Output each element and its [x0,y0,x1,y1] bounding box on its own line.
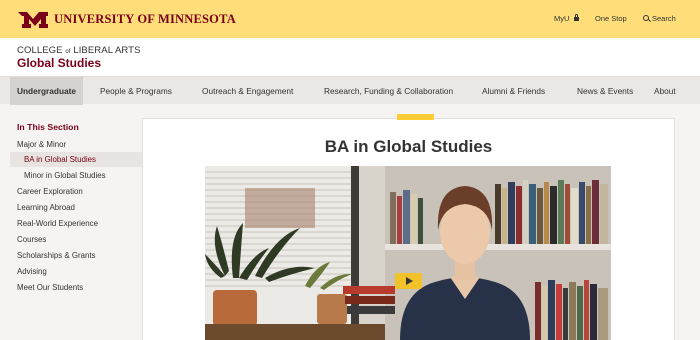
sidebar-item-real-world-experience[interactable]: Real-World Experience [17,219,98,228]
accent-tab [397,114,434,120]
sidebar-item-meet-our-students[interactable]: Meet Our Students [17,283,83,292]
college-name-of: of [65,49,71,55]
sidebar-item-major-minor[interactable]: Major & Minor [17,140,66,149]
sidebar-title: In This Section [17,122,79,132]
myu-label: MyU [554,14,570,23]
college-name-part: COLLEGE [17,45,63,56]
nav-item-alumni-friends[interactable]: Alumni & Friends [482,77,545,105]
nav-item-undergraduate[interactable]: Undergraduate [10,77,84,105]
sidebar-item-advising[interactable]: Advising [17,267,47,276]
nav-item-about[interactable]: About [654,77,676,105]
sidebar-item-career-exploration[interactable]: Career Exploration [17,187,83,196]
nav-item-people-programs[interactable]: People & Programs [100,77,172,105]
play-icon[interactable] [395,273,422,289]
unit-name[interactable]: Global Studies [17,56,101,70]
university-header-bar: University of Minnesota MyU One Stop Sea… [0,0,700,38]
sidebar-item-courses[interactable]: Courses [17,235,46,244]
university-name[interactable]: University of Minnesota [54,12,236,27]
college-name[interactable]: COLLEGE of LIBERAL ARTS [17,45,141,56]
college-header: COLLEGE of LIBERAL ARTS Global Studies [0,38,700,76]
sidebar-item-minor-global-studies[interactable]: Minor in Global Studies [24,171,106,180]
search-label: Search [652,14,676,23]
sidebar-item-scholarships-grants[interactable]: Scholarships & Grants [17,251,96,260]
nav-item-outreach-engagement[interactable]: Outreach & Engagement [202,77,293,105]
search-link[interactable]: Search [643,14,676,23]
video-thumbnail [205,166,611,340]
nav-item-research-funding[interactable]: Research, Funding & Collaboration [324,77,453,105]
lock-icon [573,14,579,21]
video-player[interactable] [205,166,611,340]
university-logo-icon[interactable] [18,10,48,28]
main-navigation: Undergraduate People & Programs Outreach… [0,76,700,105]
search-icon [643,15,649,21]
sidebar-item-learning-abroad[interactable]: Learning Abroad [17,203,75,212]
sidebar-item-ba-global-studies[interactable]: BA in Global Studies [10,152,142,167]
nav-item-news-events[interactable]: News & Events [577,77,633,105]
college-name-part: LIBERAL ARTS [73,45,141,56]
myu-link[interactable]: MyU [554,14,579,23]
one-stop-link[interactable]: One Stop [595,14,627,23]
page-title: BA in Global Studies [324,137,493,156]
section-sidebar: In This Section Major & Minor BA in Glob… [0,104,142,340]
